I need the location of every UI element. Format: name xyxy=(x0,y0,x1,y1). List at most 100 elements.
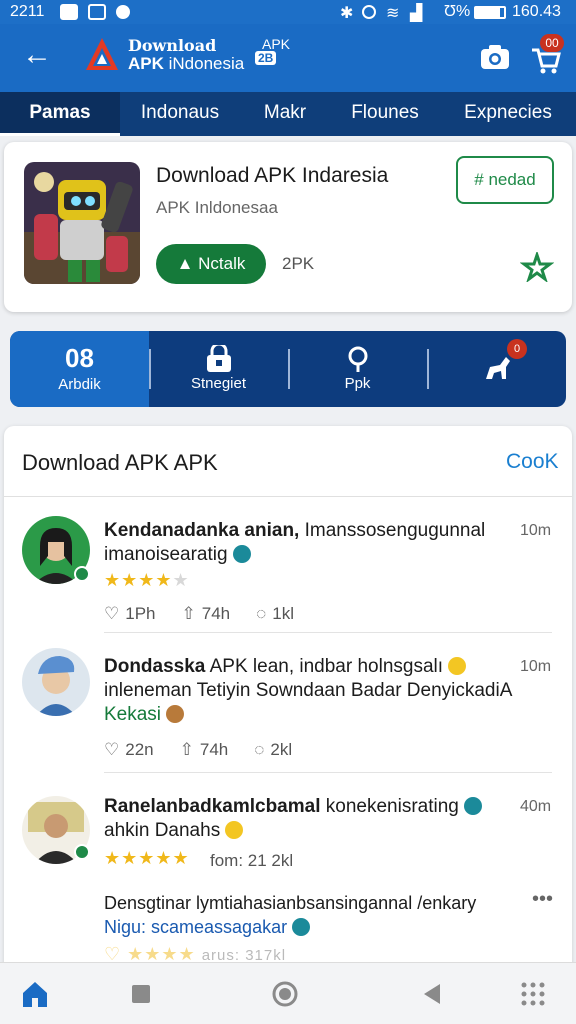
bottom-nav-bar xyxy=(0,962,576,1024)
verified-icon xyxy=(232,545,251,563)
heart-icon: ♡ xyxy=(104,604,120,623)
verified-badge-icon xyxy=(74,844,90,860)
app-title: Download APK Indaresia xyxy=(156,164,389,187)
brand-name-line2: APK iNdonesia xyxy=(128,54,245,73)
app-icon[interactable] xyxy=(24,162,140,284)
share-count: 74h xyxy=(201,604,231,623)
reviewer-name: Kendanadanka anian, xyxy=(104,520,300,541)
app-subtitle: APK Inldonesaa xyxy=(156,198,278,217)
comment-icon: ◌ xyxy=(256,604,267,623)
battery-percent: Ʊ% xyxy=(444,3,471,20)
comment-button[interactable]: ◌ 1kl xyxy=(256,604,294,624)
favorite-star-icon[interactable] xyxy=(520,252,554,282)
like-button[interactable]: ♡ 22n xyxy=(104,740,154,760)
stat-security[interactable]: Stnegiet xyxy=(149,331,288,407)
reviews-see-all-link[interactable]: CooK xyxy=(506,450,559,474)
stat-downloads[interactable]: 08 Arbdik xyxy=(10,331,149,407)
cart-badge: 00 xyxy=(540,34,564,52)
signal-icon: ▟ xyxy=(410,5,423,22)
sync-icon xyxy=(362,5,376,19)
brand-logo-icon xyxy=(86,38,118,70)
share-icon: ⇧ xyxy=(179,740,194,759)
divider xyxy=(104,772,552,773)
review-text-part4: Nigu: scameassagakar xyxy=(104,917,288,937)
review-text-part1: Imanssosengugunnal xyxy=(299,520,486,541)
review-actions: ♡ 22n ⇧ 74h ◌ 2kl xyxy=(104,740,292,760)
stat-pet[interactable]: 0 xyxy=(427,331,566,407)
status-bar: 2211 ✱ ≋ ▟ Ʊ% 160.43 xyxy=(0,0,576,24)
stats-bar: 08 Arbdik Stnegiet Ppk 0 xyxy=(10,331,566,407)
tag-button[interactable]: # nedad xyxy=(456,156,554,204)
like-button[interactable]: ♡ 1Ph xyxy=(104,604,156,624)
location-pin-icon xyxy=(348,346,367,372)
rating-stars: ★★★★★ xyxy=(104,570,190,590)
stat-location[interactable]: Ppk xyxy=(288,331,427,407)
emoji-icon xyxy=(448,657,467,675)
verified-badge-icon xyxy=(74,566,90,582)
animal-icon xyxy=(485,357,510,379)
gallery-icon xyxy=(88,4,106,20)
tab-pamas[interactable]: Pamas xyxy=(0,92,120,136)
comment-icon: ◌ xyxy=(254,740,265,759)
tab-expnecies[interactable]: Expnecies xyxy=(440,92,576,136)
review-tag: Kekasi xyxy=(104,704,524,726)
download-icon: ▲ xyxy=(176,254,199,273)
review-text: Dondasska APK lean, indbar holnsgsalı xyxy=(104,656,514,678)
like-count: 1Ph xyxy=(125,604,156,623)
stat-downloads-value: 08 xyxy=(65,343,94,373)
review-text-part2: imanoisearatig xyxy=(104,544,228,565)
app-card: Download APK Indaresia APK Inldonesaa ▲ … xyxy=(4,142,572,312)
review-text-line3: Densgtinar lymtiahasianbsansingannal /en… xyxy=(104,893,477,913)
divider xyxy=(288,349,290,389)
review-text-line2: imanoisearatig xyxy=(104,544,524,566)
install-button-label: Nctalk xyxy=(198,254,246,273)
back-triangle-icon[interactable] xyxy=(418,979,448,1009)
home-circle-icon[interactable] xyxy=(270,979,300,1009)
review-text: Ranelanbadkamlcbamal konekenisrating xyxy=(104,796,514,818)
avatar-emoji-icon xyxy=(166,705,185,723)
battery-icon xyxy=(474,6,506,19)
share-button[interactable]: ⇧ 74h xyxy=(182,604,231,624)
tab-indonaus[interactable]: Indonaus xyxy=(120,92,240,136)
divider xyxy=(4,496,572,497)
stat-security-label: Stnegiet xyxy=(190,375,247,392)
verified-icon xyxy=(292,918,311,936)
comment-count: 1kl xyxy=(272,604,294,623)
app-size: 2PK xyxy=(282,254,315,273)
install-button[interactable]: ▲ Nctalk xyxy=(156,244,266,284)
review-text-part1: konekenisrating xyxy=(320,796,459,817)
app-bar: ← Download APK iNdonesia APK 2B 00 xyxy=(0,24,576,92)
back-arrow-icon[interactable]: ← xyxy=(22,38,52,72)
brand-tag: APK xyxy=(262,36,291,52)
emoji-icon xyxy=(225,821,244,839)
wifi-icon: ≋ xyxy=(386,5,400,22)
share-button[interactable]: ⇧ 74h xyxy=(180,740,229,760)
app-grid-icon[interactable] xyxy=(518,979,548,1009)
reviews-card: Download APK APK CooK Kendanadanka anian… xyxy=(4,426,572,966)
divider xyxy=(427,349,429,389)
stat-badge: 0 xyxy=(507,339,527,359)
review-time: 40m xyxy=(520,798,552,815)
comment-button[interactable]: ◌ 2kl xyxy=(254,740,292,760)
verified-icon xyxy=(464,797,483,815)
tab-bar: Pamas Indonaus Makr Flounes Expnecies xyxy=(0,92,576,136)
brand-badge: 2B xyxy=(255,51,277,65)
like-count: 22n xyxy=(125,740,154,759)
camera-icon[interactable] xyxy=(480,44,510,70)
recents-icon[interactable] xyxy=(126,979,156,1009)
home-icon[interactable] xyxy=(20,979,50,1009)
brand-name-line1: Download xyxy=(128,36,217,55)
tab-flounes[interactable]: Flounes xyxy=(330,92,440,136)
review-time: 10m xyxy=(520,522,552,539)
more-options-icon[interactable]: ••• xyxy=(532,888,553,911)
stat-downloads-label: Arbdik xyxy=(58,376,101,393)
reviews-heading: Download APK APK xyxy=(22,450,218,475)
comment-count: 2kl xyxy=(270,740,293,759)
review-text-line2: inleneman Tetiyin Sowndaan Badar Denyick… xyxy=(104,680,513,701)
avatar[interactable] xyxy=(22,648,90,716)
divider xyxy=(149,349,151,389)
status-time: 2211 xyxy=(10,3,45,20)
tab-makr[interactable]: Makr xyxy=(240,92,330,136)
review-text-part2: ahkin Danahs xyxy=(104,820,221,841)
review-text: Kendanadanka anian, Imanssosengugunnal xyxy=(104,520,514,542)
